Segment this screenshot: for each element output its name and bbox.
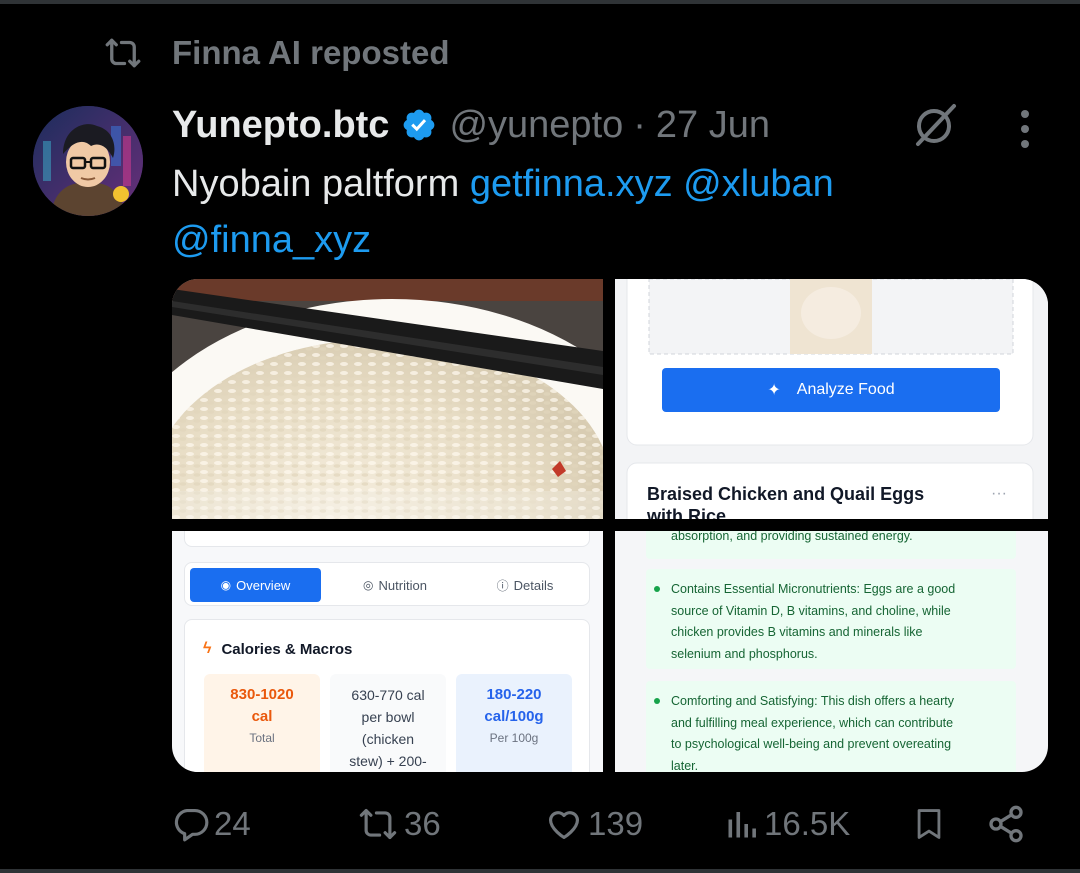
benefit-1-line1: absorption, and providing sustained ener…	[671, 531, 913, 543]
reply-icon	[172, 805, 210, 843]
tab-details-label: Details	[513, 577, 554, 593]
stat-total-label: Total	[249, 731, 275, 745]
stat-bowl-line4: stew) + 200-	[349, 753, 427, 769]
meta-separator: ·	[633, 103, 646, 146]
author-name[interactable]: Yunepto.btc	[172, 104, 389, 147]
views-count: 16.5K	[764, 805, 851, 842]
benefit-3-line2: and fulfilling meal experience, which ca…	[671, 715, 954, 730]
tab-overview-label: Overview	[236, 577, 291, 593]
food-card-title-line2: with Rice	[647, 506, 727, 519]
tab-nutrition: ◎ Nutrition	[335, 568, 455, 602]
repost-button[interactable]: 36	[356, 795, 441, 853]
stat-100g-label: Per 100g	[489, 731, 539, 745]
benefit-2-line4: selenium and phosphorus.	[671, 646, 818, 661]
analyze-food-label: Analyze Food	[796, 381, 895, 398]
repost-icon	[356, 805, 400, 843]
target-icon: ◎	[363, 578, 374, 592]
stat-per-100g: 180-220 cal/100g Per 100g	[456, 674, 572, 772]
lightning-icon: ϟ	[203, 640, 212, 657]
media-image-rice-photo[interactable]	[172, 279, 603, 519]
stat-total: 830-1020 cal Total	[204, 674, 320, 772]
share-icon	[986, 804, 1026, 844]
stat-100g-value: 180-220	[486, 686, 542, 703]
more-options-icon[interactable]	[1004, 104, 1046, 154]
verified-badge-icon	[401, 107, 437, 143]
food-card-title-line1: Braised Chicken and Quail Eggs	[647, 484, 925, 504]
author-handle[interactable]: @yunepto	[449, 104, 623, 147]
benefit-2-line3: chicken provides B vitamins and minerals…	[671, 625, 923, 639]
reply-button[interactable]: 24	[172, 795, 251, 853]
media-image-calories[interactable]: ◉ Overview ◎ Nutrition ⓘ Details ϟ Calories …	[172, 531, 603, 772]
like-count: 139	[588, 805, 644, 842]
benefit-item: Contains Essential Micronutrients: Eggs …	[646, 569, 1016, 669]
tweet-header: Yunepto.btc @yunepto · 27 Jun	[172, 100, 770, 150]
repost-count: 36	[404, 805, 441, 842]
media-image-benefits[interactable]: absorption, and providing sustained ener…	[615, 531, 1048, 772]
bookmark-button[interactable]	[912, 795, 946, 853]
tweet-text-plain: Nyobain paltform	[172, 163, 470, 205]
analytics-icon	[724, 805, 760, 843]
calories-title-text: Calories & Macros	[221, 640, 353, 658]
bullet-dot-icon	[654, 698, 660, 704]
analyze-food-button: ✦ Analyze Food	[662, 368, 1000, 412]
stat-bowl-line2: per bowl	[361, 709, 415, 725]
tweet-date[interactable]: 27 Jun	[656, 104, 770, 147]
tab-bar: ◉ Overview ◎ Nutrition ⓘ Details	[184, 562, 590, 606]
stat-bowl-line3: (chicken	[361, 731, 415, 747]
eye-icon: ◉	[220, 578, 232, 592]
media-grid: ✦ Analyze Food Braised Chicken and Quail…	[172, 279, 1048, 772]
tab-overview: ◉ Overview	[190, 568, 321, 602]
benefit-3-line4: later.	[671, 758, 699, 773]
benefit-item: absorption, and providing sustained ener…	[646, 531, 1016, 559]
benefit-3-line1: Comforting and Satisfying: This dish off…	[671, 694, 955, 708]
tweet-text: Nyobain paltform getfinna.xyz @xluban @fi…	[172, 156, 1032, 268]
benefit-item: Comforting and Satisfying: This dish off…	[646, 681, 1016, 772]
benefit-2-line2: source of Vitamin D, B vitamins, and cho…	[671, 603, 951, 618]
calories-title: ϟ Calories & Macros	[203, 640, 352, 658]
stat-per-bowl: 630-770 cal per bowl (chicken stew) + 20…	[330, 674, 446, 772]
tab-details: ⓘ Details	[465, 568, 585, 602]
card-fragment	[184, 531, 590, 547]
repost-label: Finna AI reposted	[172, 34, 450, 71]
share-button[interactable]	[986, 795, 1026, 853]
tweet-link[interactable]: getfinna.xyz	[470, 163, 673, 205]
calories-card: ϟ Calories & Macros 830-1020 cal Total 63…	[184, 619, 590, 772]
stat-total-value: 830-1020	[230, 686, 294, 703]
mention-finna-xyz[interactable]: @finna_xyz	[172, 219, 371, 261]
benefit-2-line1: Contains Essential Micronutrients: Eggs …	[671, 582, 956, 596]
repost-icon	[100, 30, 146, 76]
stat-100g-unit: cal/100g	[484, 708, 544, 725]
stat-bowl-line1: 630-770 cal	[351, 687, 425, 703]
info-icon: ⓘ	[496, 578, 509, 593]
food-card-title: Braised Chicken and Quail Eggs with Rice	[647, 483, 987, 519]
card-menu-icon: ···	[991, 485, 1007, 502]
avatar[interactable]	[33, 106, 143, 216]
repost-indicator[interactable]: Finna AI reposted	[100, 30, 449, 76]
bottom-divider	[0, 869, 1080, 873]
sparkle-icon: ✦	[767, 382, 781, 399]
bookmark-icon	[912, 804, 946, 844]
reply-count: 24	[214, 805, 251, 842]
top-divider	[0, 0, 1080, 4]
grok-icon[interactable]	[910, 100, 960, 150]
stat-total-unit: cal	[251, 708, 273, 725]
benefit-3-line3: to psychological well-being and prevent …	[671, 737, 952, 751]
tweet-actions: 24 36 139 16.5K	[172, 795, 1032, 853]
mention-xluban[interactable]: @xluban	[683, 163, 834, 205]
media-image-analyze-food[interactable]: ✦ Analyze Food Braised Chicken and Quail…	[615, 279, 1048, 519]
like-button[interactable]: 139	[544, 795, 643, 853]
views-button[interactable]: 16.5K	[724, 795, 850, 853]
bullet-dot-icon	[654, 586, 660, 592]
heart-icon	[544, 805, 584, 843]
tab-nutrition-label: Nutrition	[378, 577, 427, 593]
